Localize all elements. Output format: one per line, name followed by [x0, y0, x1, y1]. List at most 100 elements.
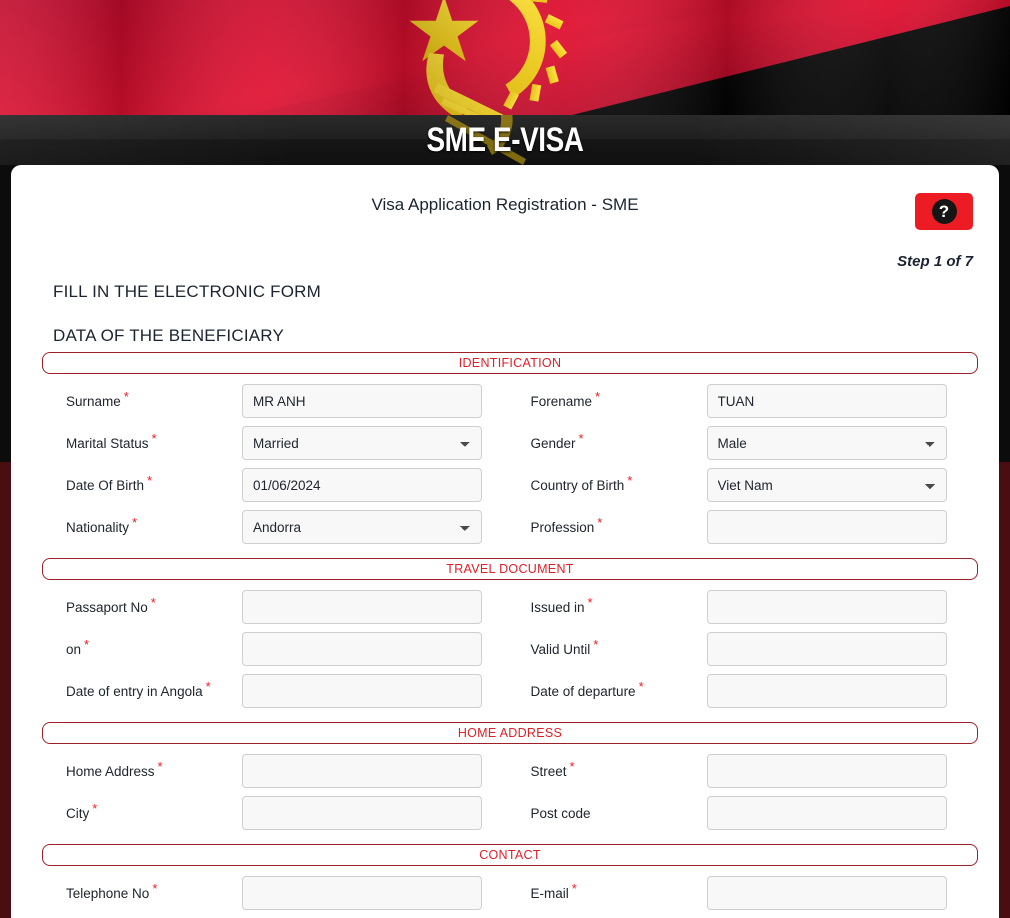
label-nationality: Nationality * [42, 516, 242, 535]
label-text: Post code [530, 805, 591, 821]
label-text: Forename [530, 393, 593, 409]
label-date-of-birth: Date Of Birth * [42, 474, 242, 493]
form-row: Telephone No * E-mail * [42, 872, 971, 914]
required-asterisk-icon: * [595, 388, 601, 404]
label-post-code: Post code [507, 806, 707, 821]
form-field-right: Street * [507, 754, 972, 788]
form-field-right: Forename * [507, 384, 972, 418]
section-header-home-address: HOME ADDRESS [42, 722, 978, 744]
required-asterisk-icon: * [151, 430, 157, 446]
select-gender[interactable]: Male [706, 426, 947, 460]
form-row: Passaport No * Issued in * [42, 586, 971, 628]
form-row: City * Post code [42, 792, 971, 834]
label-text: Passaport No [66, 599, 148, 615]
form-row: Date Of Birth*Country of Birth*Viet Nam [42, 464, 971, 506]
form-row: Marital Status * Married Gender * Male [42, 422, 971, 464]
input-home-address[interactable] [242, 754, 482, 788]
label-text: Valid Until [530, 641, 591, 657]
label-issued-in: Issued in * [507, 596, 707, 615]
label-date-of-departure: Date of departure * [507, 680, 707, 699]
label-text: Profession [530, 519, 595, 535]
label-gender: Gender * [507, 432, 707, 451]
label-marital-status: Marital Status * [42, 432, 242, 451]
label-text: Gender [530, 435, 576, 451]
step-indicator: Step 1 of 7 [897, 253, 973, 270]
help-button[interactable]: ? [915, 193, 973, 230]
required-asterisk-icon: * [157, 758, 163, 774]
required-asterisk-icon: * [84, 636, 90, 652]
form-field-left: City * [42, 796, 507, 830]
input-date-of-entry-in-angola[interactable] [242, 674, 482, 708]
label-surname: Surname * [42, 390, 242, 409]
input-issued-in[interactable] [706, 590, 947, 624]
input-valid-until[interactable] [706, 632, 947, 666]
required-asterisk-icon: * [627, 472, 633, 488]
required-asterisk-icon: * [578, 430, 584, 446]
form-row: Home Address * Street * [42, 750, 971, 792]
label-text: Street [530, 763, 567, 779]
angola-flag-image [0, 0, 1010, 115]
section-header-label: CONTACT [479, 848, 541, 862]
form-field-right: Issued in * [507, 590, 972, 624]
flag-banner [0, 0, 1010, 115]
form-field-right: Date of departure * [507, 674, 972, 708]
required-asterisk-icon: * [123, 388, 129, 404]
label-text: on [66, 641, 82, 657]
label-text: Home Address [66, 763, 155, 779]
select-country-of-birth[interactable]: Viet Nam [706, 468, 947, 502]
input-date-of-birth[interactable] [242, 468, 482, 502]
required-asterisk-icon: * [205, 678, 211, 694]
form-field-left: Nationality * Andorra [42, 510, 507, 544]
label-street: Street * [507, 760, 707, 779]
label-text: Date of entry in Angola [66, 683, 203, 699]
form-field-left: Passaport No * [42, 590, 507, 624]
required-asterisk-icon: * [132, 514, 138, 530]
input-profession[interactable] [706, 510, 947, 544]
form-field-left: on * [42, 632, 507, 666]
label-passaport-no: Passaport No * [42, 596, 242, 615]
input-e-mail[interactable] [706, 876, 947, 910]
label-text: Country of Birth [530, 477, 625, 493]
form-field-right: Gender * Male [507, 426, 972, 460]
label-city: City * [42, 802, 242, 821]
label-country-of-birth: Country of Birth * [507, 474, 707, 493]
input-surname[interactable] [242, 384, 482, 418]
form-field-right: Profession * [507, 510, 972, 544]
section-header-label: HOME ADDRESS [457, 726, 563, 740]
section-header-identification: IDENTIFICATION [42, 352, 978, 374]
page-title: Visa Application Registration - SME [371, 195, 639, 214]
label-telephone-no: Telephone No * [42, 882, 242, 901]
label-forename: Forename * [507, 390, 707, 409]
select-marital-status[interactable]: Married [242, 426, 482, 460]
input-telephone-no[interactable] [242, 876, 482, 910]
required-asterisk-icon: * [597, 514, 603, 530]
label-text: Marital Status [66, 435, 149, 451]
label-valid-until: Valid Until * [507, 638, 707, 657]
form-field-right: Post code [507, 796, 972, 830]
label-e-mail: E-mail * [507, 882, 707, 901]
input-city[interactable] [242, 796, 482, 830]
section-header-travel-document: TRAVEL DOCUMENT [42, 558, 978, 580]
label-text: Issued in [530, 599, 585, 615]
section-header-label: TRAVEL DOCUMENT [446, 562, 574, 576]
label-text: Date Of Birth [66, 477, 145, 493]
section-header-label: IDENTIFICATION [458, 356, 562, 370]
form-field-left: Home Address * [42, 754, 507, 788]
section-header-contact: CONTACT [42, 844, 978, 866]
input-post-code[interactable] [706, 796, 947, 830]
required-asterisk-icon: * [92, 800, 98, 816]
form-card-header: Visa Application Registration - SME ? St… [11, 165, 999, 270]
site-title: SME E-VISA [426, 120, 584, 159]
select-nationality[interactable]: Andorra [242, 510, 482, 544]
input-on[interactable] [242, 632, 482, 666]
required-asterisk-icon: * [569, 758, 575, 774]
label-text: Telephone No [66, 885, 150, 901]
required-asterisk-icon: * [150, 594, 156, 610]
form-field-left: Date Of Birth * [42, 468, 507, 502]
input-passaport-no[interactable] [242, 590, 482, 624]
input-street[interactable] [706, 754, 947, 788]
input-date-of-departure[interactable] [706, 674, 947, 708]
input-forename[interactable] [706, 384, 947, 418]
form-field-left: Date of entry in Angola * [42, 674, 507, 708]
